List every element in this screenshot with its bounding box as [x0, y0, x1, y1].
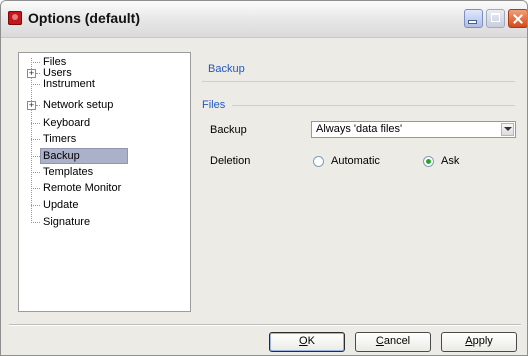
tree-connector-line [31, 62, 40, 63]
window-title: Options (default) [28, 10, 140, 26]
tree-connector-line [31, 156, 40, 157]
cancel-button[interactable]: Cancel [355, 332, 431, 352]
expand-users-icon[interactable]: + [27, 69, 36, 78]
apply-button[interactable]: Apply [441, 332, 517, 352]
tree-item-templates[interactable]: Templates [41, 165, 95, 179]
tree-connector-line [31, 58, 32, 223]
tree-connector-line [36, 105, 40, 106]
backup-select[interactable]: Always 'data files' [311, 121, 516, 138]
ok-mnemonic: O [299, 335, 308, 347]
apply-label: pply [472, 335, 493, 347]
cancel-label: ancel [383, 335, 411, 347]
tree-item-network-setup[interactable]: Network setup [41, 98, 115, 112]
title-bar[interactable]: Options (default) [1, 1, 527, 38]
backup-label: Backup [210, 124, 247, 136]
section-divider [202, 81, 515, 82]
tree-item-update[interactable]: Update [41, 198, 80, 212]
deletion-ask-label[interactable]: Ask [441, 155, 459, 167]
tree-connector-line [31, 205, 40, 206]
group-title: Files [202, 99, 226, 111]
deletion-automatic-label[interactable]: Automatic [331, 155, 380, 167]
tree-item-backup[interactable]: Backup [40, 148, 128, 164]
options-window: Options (default) Files + Users Instrume… [0, 0, 528, 356]
apply-mnemonic: A [465, 335, 473, 347]
expand-network-setup-icon[interactable]: + [27, 101, 36, 110]
options-tree[interactable]: Files + Users Instrument + Network setup… [18, 52, 191, 312]
tree-connector-line [31, 123, 40, 124]
tree-item-keyboard[interactable]: Keyboard [41, 116, 92, 130]
ok-button[interactable]: OK [269, 332, 345, 352]
tree-connector-line [36, 73, 40, 74]
deletion-ask-radio[interactable] [423, 156, 434, 167]
tree-item-remote-monitor[interactable]: Remote Monitor [41, 181, 123, 195]
chevron-down-icon[interactable] [501, 123, 514, 136]
section-title: Backup [208, 63, 245, 75]
tree-connector-line [31, 188, 40, 189]
tree-connector-line [31, 139, 40, 140]
cancel-mnemonic: C [375, 335, 384, 347]
deletion-label: Deletion [210, 155, 251, 167]
footer-divider [9, 324, 521, 326]
deletion-automatic-radio[interactable] [313, 156, 324, 167]
app-icon [8, 11, 22, 25]
tree-item-signature[interactable]: Signature [41, 215, 92, 229]
backup-select-value: Always 'data files' [316, 123, 403, 135]
tree-item-instrument[interactable]: Instrument [41, 77, 97, 91]
tree-connector-line [31, 222, 40, 223]
close-button[interactable] [508, 9, 527, 28]
minimize-button[interactable] [464, 9, 483, 28]
group-divider [232, 105, 515, 106]
tree-connector-line [31, 84, 40, 85]
ok-label: K [307, 335, 315, 347]
tree-connector-line [31, 172, 40, 173]
maximize-button[interactable] [486, 9, 505, 28]
tree-item-timers[interactable]: Timers [41, 132, 78, 146]
